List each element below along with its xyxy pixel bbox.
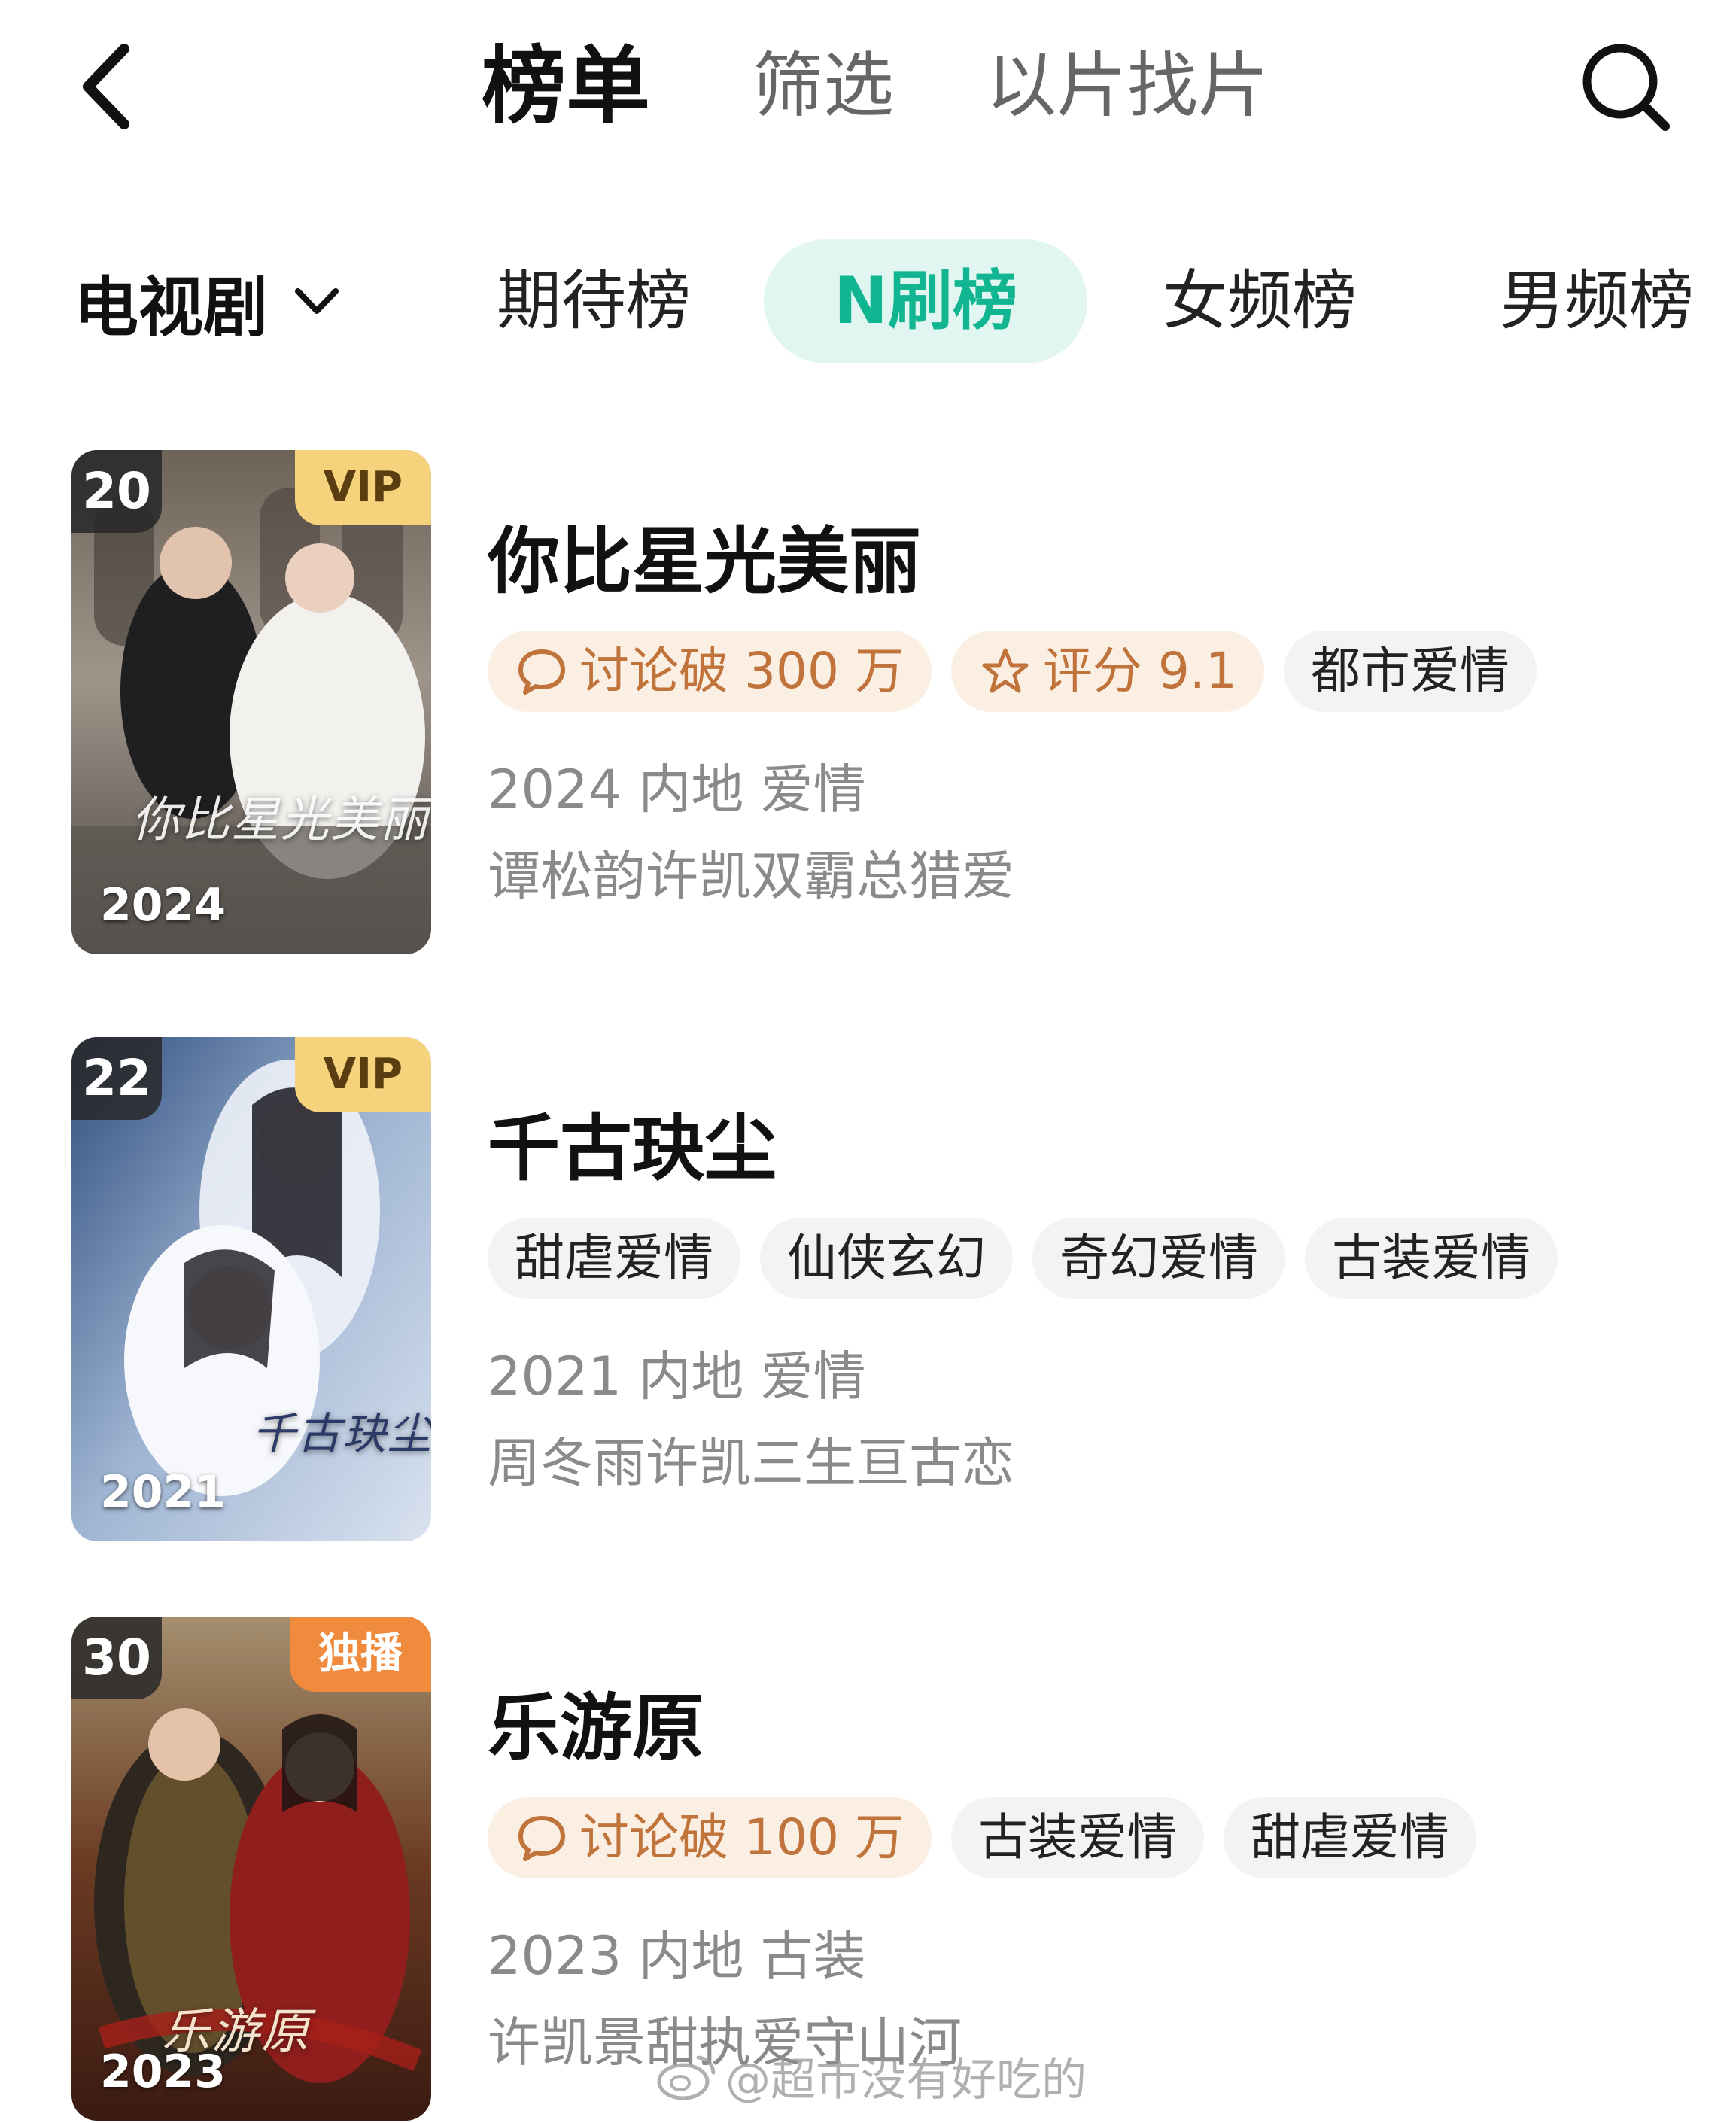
weibo-logo-icon [657,2055,716,2100]
item-title[interactable]: 千古玦尘 [488,1090,777,1194]
exclusive-badge: 独播 [290,1617,431,1692]
search-button[interactable] [1576,38,1674,135]
rating-chip[interactable]: 评分 9.1 [950,631,1264,712]
genre-chip[interactable]: 都市爱情 [1283,631,1537,712]
rating-chip-label: 评分 9.1 [1042,642,1237,700]
tab-ranking[interactable]: 榜单 [482,30,650,143]
genre-chip[interactable]: 奇幻爱情 [1032,1218,1285,1299]
category-label: 电视剧 [74,269,268,345]
item-meta: 2024 内地 爱情 [488,759,866,820]
item-title[interactable]: 你比星光美丽 [488,503,921,607]
poster-title-art: 你比星光美丽 [132,792,430,848]
chip-row: 甜虐爱情 仙侠玄幻 奇幻爱情 古装爱情 [488,1218,1558,1299]
list-item[interactable]: 你比星光美丽 20 VIP 2024 你比星光美丽 讨论破 300 万 评分 9… [0,450,1736,962]
tab-filter[interactable]: 筛选 [752,30,894,143]
item-description: 谭松韵许凯双霸总猎爱 [488,845,1014,907]
rank-badge: 20 [71,450,162,533]
vip-badge: VIP [294,1037,431,1112]
item-meta: 2023 内地 古装 [488,1925,866,1987]
list-item[interactable]: 千古玦尘 22 VIP 2021 千古玦尘 甜虐爱情 仙侠玄幻 奇幻爱情 古装爱… [0,1037,1736,1549]
chip-row: 讨论破 100 万 古装爱情 甜虐爱情 [488,1797,1476,1878]
poster-year: 2024 [100,879,226,932]
watermark: @超市没有好吃的 [655,2043,1087,2109]
rank-badge: 30 [71,1617,162,1699]
search-icon [1582,44,1670,131]
chevron-left-icon [83,44,129,129]
chip-row: 讨论破 300 万 评分 9.1 都市爱情 [488,631,1537,712]
watermark-text: @超市没有好吃的 [725,2054,1087,2106]
genre-chip[interactable]: 甜虐爱情 [1223,1797,1476,1878]
poster-year: 2021 [100,1466,226,1519]
discussion-chip-label: 讨论破 100 万 [579,1808,904,1866]
back-button[interactable] [71,38,139,135]
genre-chip[interactable]: 甜虐爱情 [488,1218,740,1299]
item-title[interactable]: 乐游原 [488,1669,704,1774]
poster-year: 2023 [100,2045,226,2098]
discussion-chip[interactable]: 讨论破 300 万 [488,631,932,712]
star-icon [982,648,1029,693]
discussion-chip-label: 讨论破 300 万 [579,642,904,700]
genre-chip[interactable]: 古装爱情 [1305,1218,1558,1299]
discussion-chip[interactable]: 讨论破 100 万 [488,1797,932,1878]
genre-chip[interactable]: 古装爱情 [950,1797,1204,1878]
ranking-page: 榜单 筛选 以片找片 电视剧 期待榜 N刷榜 女频榜 男频榜 你比星光美丽 20… [0,0,1736,2123]
subtab-rewatch[interactable]: N刷榜 [764,239,1087,363]
subtab-anticipated[interactable]: 期待榜 [497,239,691,363]
poster[interactable]: 千古玦尘 22 VIP 2021 [71,1037,431,1541]
chevron-down-icon [295,288,339,314]
genre-chip[interactable]: 仙侠玄幻 [760,1218,1013,1299]
vip-badge: VIP [294,450,431,525]
poster[interactable]: 乐游原 30 独播 2023 [71,1617,431,2121]
chat-bubble-icon [518,649,565,695]
rank-badge: 22 [71,1037,162,1120]
chat-bubble-icon [518,1816,565,1861]
item-description: 周冬雨许凯三生亘古恋 [488,1432,1014,1494]
tab-find-by-film[interactable]: 以片找片 [986,30,1269,143]
item-meta: 2021 内地 爱情 [488,1346,866,1407]
subtab-male[interactable]: 男频榜 [1500,239,1694,363]
category-dropdown[interactable]: 电视剧 [74,256,343,346]
poster[interactable]: 你比星光美丽 20 VIP 2024 [71,450,431,954]
subtab-female[interactable]: 女频榜 [1163,239,1357,363]
poster-title-art: 千古玦尘 [252,1408,431,1459]
